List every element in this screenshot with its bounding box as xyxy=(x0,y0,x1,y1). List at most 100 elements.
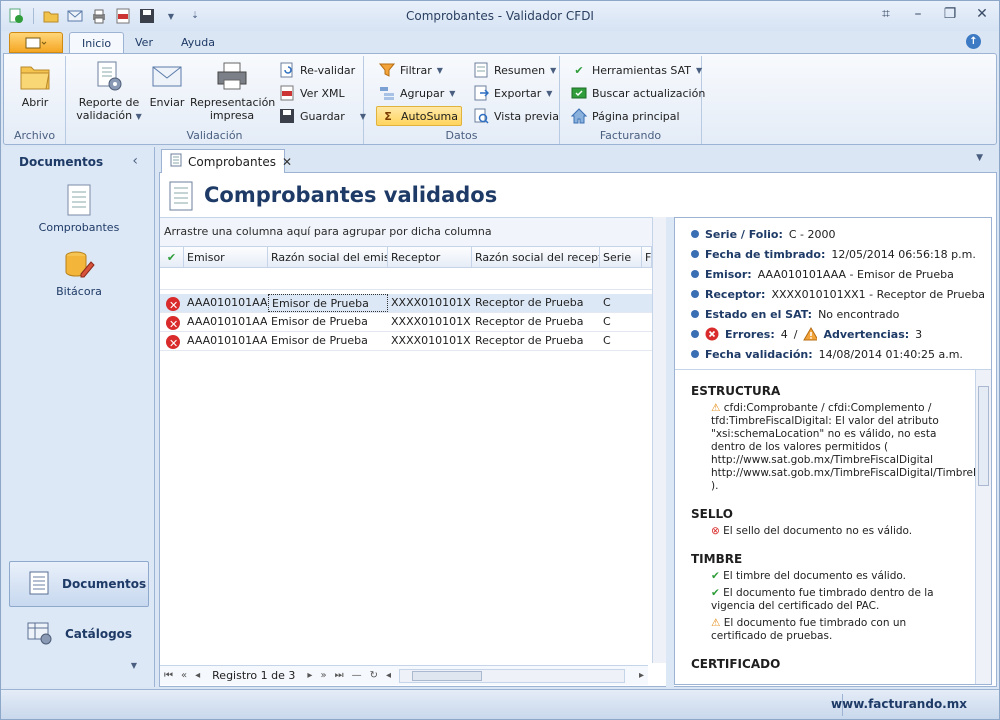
group-label: Validación xyxy=(186,129,243,142)
table-gear-icon xyxy=(27,621,53,648)
warning-icon: ⚠ xyxy=(711,617,721,629)
tab-ayuda[interactable]: Ayuda xyxy=(169,32,227,53)
printer-icon xyxy=(216,60,248,92)
revalidar-button[interactable]: Re-validar xyxy=(276,60,358,80)
summary-icon xyxy=(473,62,489,78)
grid-pager: ⏮ « ◂ Registro 1 de 3 ▸ » ⏭ — ↻ ◂ ▸ xyxy=(160,665,648,685)
next-page-button[interactable]: » xyxy=(320,670,326,681)
tab-inicio[interactable]: Inicio xyxy=(69,32,125,53)
vista-previa-button[interactable]: Vista previa xyxy=(470,106,562,126)
table-row[interactable]: ✕ AAA010101AAA Emisor de Prueba XXXX0101… xyxy=(160,313,652,332)
update-icon xyxy=(571,85,587,101)
help-icon[interactable]: ↑ xyxy=(966,34,981,49)
main-content: Comprobantes validados Arrastre una colu… xyxy=(159,173,997,687)
scroll-right-icon[interactable]: ▸ xyxy=(639,670,644,681)
group-archivo: Abrir Archivo xyxy=(4,56,66,144)
tab-menu-icon[interactable]: ▼ xyxy=(976,153,983,163)
group-by-area[interactable]: Arrastre una columna aquí para agrupar p… xyxy=(160,218,652,246)
autosuma-button[interactable]: Σ AutoSuma xyxy=(376,106,462,126)
app-window: ▼ ⇣ Comprobantes - Validador CFDI ⌗ – ❐ … xyxy=(0,0,1000,720)
nav-item-bitacora[interactable]: Bitácora xyxy=(3,247,155,298)
tab-ver[interactable]: Ver xyxy=(123,32,165,53)
auto-filter-row[interactable] xyxy=(160,268,652,290)
detail-messages: ESTRUCTURA ⚠ cfdi:Comprobante / cfdi:Com… xyxy=(675,370,975,684)
pagina-principal-button[interactable]: Página principal xyxy=(568,106,683,126)
column-header[interactable]: Razón social del receptor xyxy=(472,247,600,267)
document-tabs: Comprobantes ✕ ▼ xyxy=(159,147,997,173)
prev-page-button[interactable]: « xyxy=(181,670,187,681)
folder-icon xyxy=(19,60,51,92)
table-row[interactable]: ✕ AAA010101AAA Emisor de Prueba XXXX0101… xyxy=(160,294,652,313)
brand-link[interactable]: www.facturando.mx xyxy=(831,697,967,711)
document-list-icon xyxy=(28,571,50,598)
filtrar-button[interactable]: Filtrar ▼ xyxy=(376,60,446,80)
error-icon: ⊗ xyxy=(711,525,720,537)
ver-xml-button[interactable]: Ver XML xyxy=(276,83,348,103)
prev-record-button[interactable]: ◂ xyxy=(195,670,200,681)
close-tab-icon[interactable]: ✕ xyxy=(282,155,292,169)
buscar-actualizacion-button[interactable]: Buscar actualización xyxy=(568,83,708,103)
reporte-validacion-button[interactable]: Reporte de validación ▼ xyxy=(76,60,142,123)
preview-icon xyxy=(473,108,489,124)
database-pencil-icon xyxy=(62,247,96,281)
save-icon xyxy=(279,108,295,124)
column-header[interactable]: Receptor xyxy=(388,247,472,267)
next-record-button[interactable]: ▸ xyxy=(307,670,312,681)
document-icon xyxy=(170,153,182,170)
ok-message: ✔ El documento fue timbrado dentro de la… xyxy=(711,587,934,612)
scroll-left-icon[interactable]: ◂ xyxy=(386,670,391,681)
navigation-pane: Documentos ‹ Comprobantes Bitácora Docum… xyxy=(3,147,155,687)
column-header[interactable]: Serie xyxy=(600,247,642,267)
file-menu-button[interactable] xyxy=(9,32,63,53)
herramientas-sat-button[interactable]: ✔ Herramientas SAT ▼ xyxy=(568,60,705,80)
agrupar-button[interactable]: Agrupar ▼ xyxy=(376,83,458,103)
detail-vertical-scrollbar[interactable] xyxy=(975,370,991,684)
detail-fecha-timbrado: Fecha de timbrado: 12/05/2014 06:56:18 p.… xyxy=(691,244,991,264)
checkmark-icon: ✔ xyxy=(574,63,584,77)
error-icon: ✕ xyxy=(166,316,180,330)
abrir-button[interactable]: Abrir xyxy=(10,60,60,109)
enviar-button[interactable]: Enviar xyxy=(144,60,190,109)
column-header[interactable]: Razón social del emisor xyxy=(268,247,388,267)
nav-pane-documentos[interactable]: Documentos xyxy=(9,561,149,607)
checkmark-icon: ✔ xyxy=(711,570,720,582)
detail-estado-sat: Estado en el SAT: No encontrado xyxy=(691,304,991,324)
chevron-left-icon[interactable]: ‹ xyxy=(132,153,138,169)
screenshot-icon[interactable]: ⌗ xyxy=(877,6,895,22)
minimize-button[interactable]: – xyxy=(909,6,927,22)
status-column-header[interactable]: ✔ xyxy=(160,247,184,267)
sigma-icon: Σ xyxy=(384,109,392,123)
restore-button[interactable]: ❐ xyxy=(941,6,959,22)
resumen-button[interactable]: Resumen ▼ xyxy=(470,60,559,80)
delete-record-button[interactable]: — xyxy=(352,670,362,681)
grid-vertical-scrollbar[interactable] xyxy=(652,217,666,663)
error-icon: ✕ xyxy=(166,335,180,349)
refresh-icon xyxy=(279,62,295,78)
first-page-button[interactable]: ⏮ xyxy=(164,670,173,681)
nav-pane-catalogos[interactable]: Catálogos xyxy=(9,611,149,657)
warning-icon: ⚠ xyxy=(711,402,721,414)
nav-panes: Documentos Catálogos ▼ xyxy=(3,557,155,670)
table-row[interactable]: ✕ AAA010101AAA Emisor de Prueba XXXX0101… xyxy=(160,332,652,351)
splitter[interactable] xyxy=(666,217,674,687)
close-button[interactable]: ✕ xyxy=(973,6,991,22)
grid-header: ✔ Emisor Razón social del emisor Recepto… xyxy=(160,246,652,268)
exportar-button[interactable]: Exportar ▼ xyxy=(470,83,555,103)
column-header[interactable]: F xyxy=(642,247,652,267)
section-title: TIMBRE xyxy=(691,552,743,566)
error-message: ⊗ El sello del documento no es válido. xyxy=(711,525,913,537)
refresh-icon[interactable]: ↻ xyxy=(370,670,378,681)
mail-icon xyxy=(151,60,183,92)
warning-icon xyxy=(803,327,818,341)
guardar-button[interactable]: Guardar ▼ xyxy=(276,106,369,126)
chevron-down-icon[interactable]: ▼ xyxy=(3,661,155,670)
window-controls: ⌗ – ❐ ✕ xyxy=(877,6,991,22)
column-header[interactable]: Emisor xyxy=(184,247,268,267)
horizontal-scrollbar[interactable] xyxy=(398,668,625,683)
representacion-impresa-button[interactable]: Representación impresa xyxy=(190,60,275,122)
last-page-button[interactable]: ⏭ xyxy=(335,670,344,681)
nav-item-comprobantes[interactable]: Comprobantes xyxy=(3,183,155,234)
detail-serie: Serie / Folio: C - 2000 xyxy=(691,224,991,244)
tab-comprobantes[interactable]: Comprobantes ✕ xyxy=(161,149,292,173)
group-icon xyxy=(379,85,395,101)
